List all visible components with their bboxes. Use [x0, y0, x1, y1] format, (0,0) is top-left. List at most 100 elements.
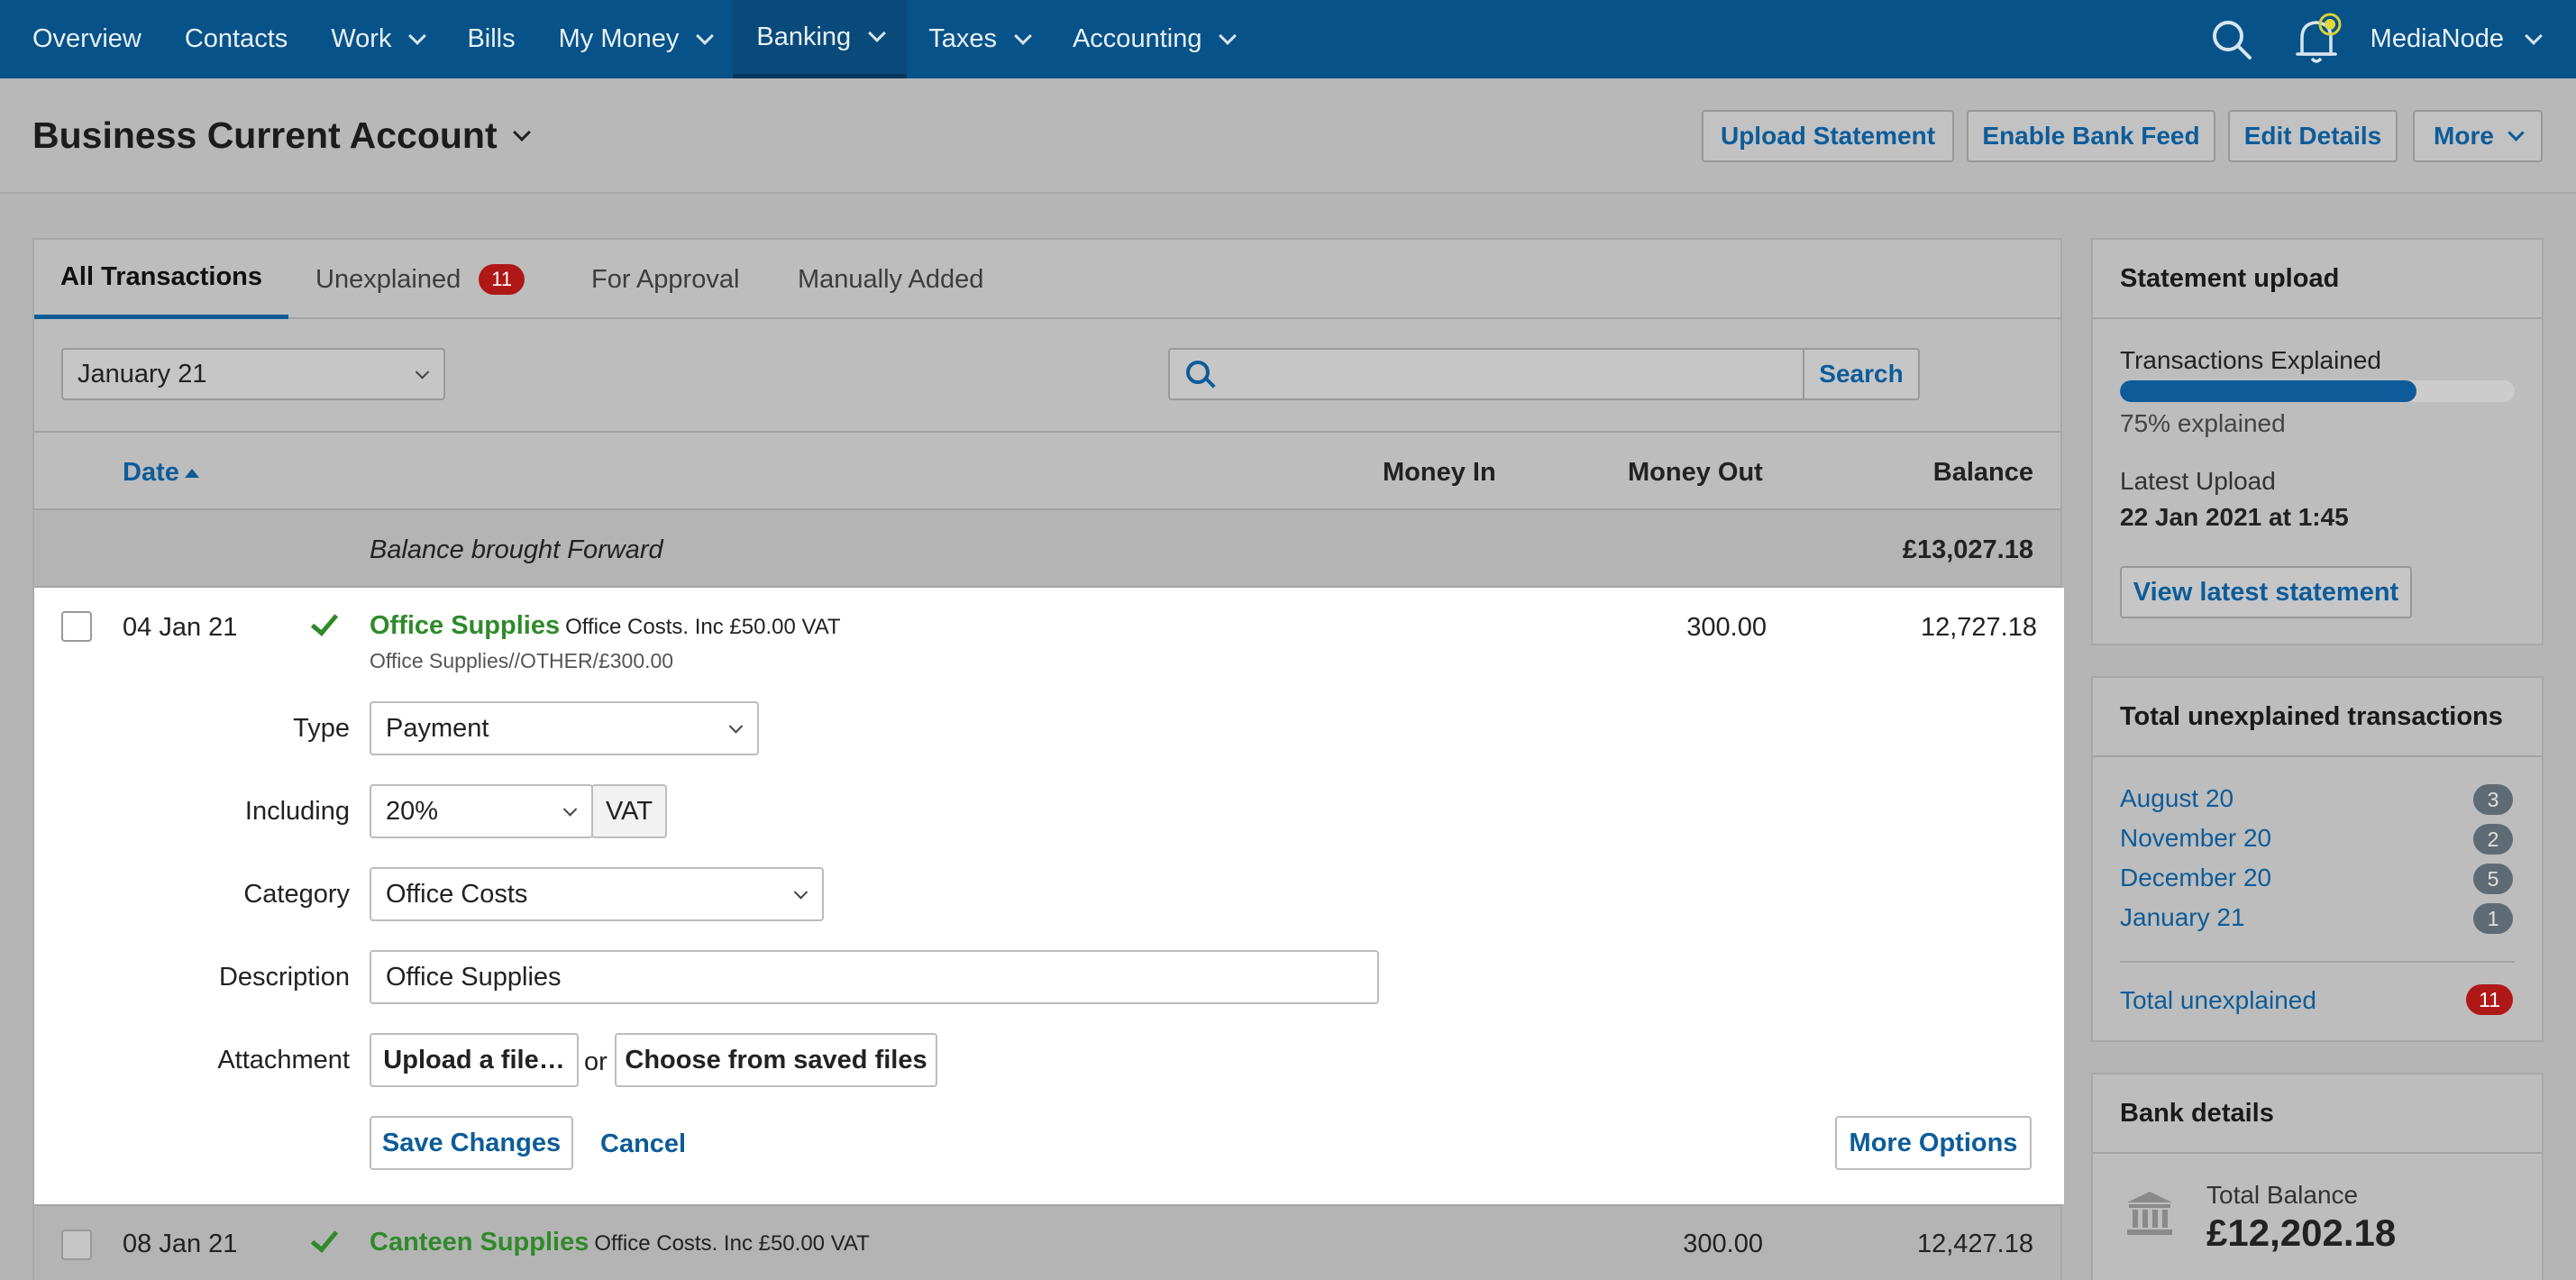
transaction-title[interactable]: Office Supplies Office Costs. Inc £50.00 … — [370, 611, 841, 641]
vat-rate-value: 20% — [386, 796, 439, 826]
explained-check-icon — [310, 608, 339, 636]
transaction-name: Office Supplies — [370, 611, 561, 640]
balance-amount: 12,727.18 — [1920, 613, 2037, 642]
latest-upload-label: Latest Upload — [2120, 467, 2276, 495]
card-title: Statement upload — [2093, 240, 2542, 319]
money-in-column-header: Money In — [1383, 458, 1496, 487]
tab-unexplained[interactable]: Unexplained 11 — [315, 240, 525, 319]
month-link[interactable]: January 21 — [2120, 903, 2245, 932]
transaction-title[interactable]: Canteen Supplies Office Costs. Inc £50.00… — [370, 1228, 870, 1257]
transaction-detail: Office Costs. Inc £50.00 VAT — [594, 1231, 870, 1256]
org-switcher[interactable]: MediaNode — [2370, 24, 2576, 54]
transaction-row[interactable]: 08 Jan 21 Canteen Supplies Office Costs. … — [34, 1204, 2060, 1280]
button-label: More Options — [1849, 1128, 2018, 1157]
date-column-header[interactable]: Date — [123, 458, 199, 488]
unexplained-month-item[interactable]: November 20 2 — [2093, 820, 2542, 860]
month-count-badge: 5 — [2473, 864, 2513, 894]
upload-statement-button[interactable]: Upload Statement — [1702, 110, 1954, 162]
notification-bell-icon[interactable] — [2293, 13, 2343, 67]
search-icon — [1186, 361, 1210, 384]
money-out-column-header: Money Out — [1628, 458, 1763, 487]
explained-percent: 75% explained — [2120, 409, 2286, 437]
divider — [2120, 961, 2515, 963]
nav-item-work[interactable]: Work — [309, 0, 445, 78]
tab-label: All Transactions — [59, 262, 262, 291]
account-selector[interactable]: Business Current Account — [32, 114, 531, 157]
tab-label: For Approval — [591, 264, 740, 294]
view-latest-statement-button[interactable]: View latest statement — [2120, 566, 2412, 618]
nav-label: My Money — [558, 24, 680, 53]
balance-amount: 12,427.18 — [1916, 1230, 2033, 1258]
choose-saved-files-button[interactable]: Choose from saved files — [615, 1033, 937, 1087]
progress-fill — [2120, 380, 2416, 402]
button-label: Edit Details — [2243, 122, 2382, 150]
transaction-reference: Office Supplies//OTHER/£300.00 — [370, 649, 674, 672]
month-select[interactable]: January 21 — [61, 348, 445, 400]
transactions-panel: All Transactions Unexplained 11 For Appro… — [32, 238, 2064, 1280]
enable-bank-feed-button[interactable]: Enable Bank Feed — [1967, 110, 2215, 162]
search-input[interactable] — [1229, 355, 1788, 393]
total-unexplained-link[interactable]: Total unexplained — [2120, 986, 2316, 1015]
nav-item-my-money[interactable]: My Money — [537, 0, 734, 78]
chevron-down-icon — [2525, 26, 2543, 45]
month-select-value: January 21 — [78, 359, 207, 389]
month-link[interactable]: November 20 — [2120, 824, 2271, 853]
unexplained-month-item[interactable]: December 20 5 — [2093, 860, 2542, 900]
unexplained-month-list: August 20 3 November 20 2 December 20 5 … — [2093, 781, 2542, 939]
nav-item-contacts[interactable]: Contacts — [163, 0, 309, 78]
cancel-link[interactable]: Cancel — [600, 1129, 686, 1159]
type-select[interactable]: Payment — [370, 701, 759, 755]
nav-item-bills[interactable]: Bills — [445, 0, 536, 78]
upload-file-button[interactable]: Upload a file… — [370, 1033, 579, 1087]
money-out-amount: 300.00 — [1686, 613, 1767, 642]
account-header: Business Current Account Upload Statemen… — [0, 78, 2576, 194]
nav-item-accounting[interactable]: Accounting — [1051, 0, 1256, 78]
balance-forward-row: Balance brought Forward £13,027.18 — [34, 510, 2060, 588]
month-count-badge: 2 — [2473, 824, 2513, 855]
chevron-down-icon — [408, 26, 427, 45]
vat-suffix: VAT — [591, 784, 667, 838]
total-balance-value: £12,202.18 — [2206, 1211, 2397, 1254]
tab-for-approval[interactable]: For Approval — [591, 240, 739, 319]
type-label: Type — [293, 714, 350, 743]
unexplained-month-item[interactable]: January 21 1 — [2093, 900, 2542, 939]
description-label: Description — [218, 963, 350, 992]
nav-item-banking[interactable]: Banking — [733, 0, 908, 78]
column-label: Date — [123, 458, 179, 487]
category-select-value: Office Costs — [386, 879, 528, 909]
tab-all-transactions[interactable]: All Transactions — [34, 240, 288, 319]
button-label: Search — [1819, 360, 1904, 388]
tab-manually-added[interactable]: Manually Added — [798, 240, 983, 319]
edit-details-button[interactable]: Edit Details — [2228, 110, 2398, 162]
transaction-date: 04 Jan 21 — [123, 613, 238, 642]
nav-item-overview[interactable]: Overview — [0, 0, 163, 78]
transaction-detail: Office Costs. Inc £50.00 VAT — [565, 615, 841, 639]
including-label: Including — [244, 797, 350, 826]
button-label: Enable Bank Feed — [1982, 122, 2200, 150]
unexplained-month-item[interactable]: August 20 3 — [2093, 781, 2542, 820]
nav-label: Work — [331, 24, 392, 53]
search-button[interactable]: Search — [1803, 350, 1918, 398]
balance-column-header: Balance — [1932, 458, 2033, 487]
balance-forward-label: Balance brought Forward — [370, 535, 663, 564]
description-value: Office Supplies — [386, 962, 562, 992]
nav-label: Taxes — [928, 24, 997, 53]
row-checkbox[interactable] — [61, 611, 92, 642]
month-link[interactable]: August 20 — [2120, 784, 2233, 813]
total-balance-label: Total Balance — [2206, 1181, 2359, 1209]
category-select[interactable]: Office Costs — [370, 867, 824, 921]
description-input[interactable]: Office Supplies — [370, 950, 1379, 1004]
search-icon[interactable] — [2210, 18, 2253, 61]
chevron-down-icon — [868, 24, 887, 42]
more-options-button[interactable]: More Options — [1835, 1116, 2032, 1170]
row-checkbox[interactable] — [61, 1230, 92, 1260]
tab-label: Manually Added — [798, 264, 984, 294]
button-label: More — [2434, 122, 2494, 150]
month-link[interactable]: December 20 — [2120, 864, 2271, 892]
vat-rate-select[interactable]: 20% — [370, 784, 593, 838]
save-changes-button[interactable]: Save Changes — [370, 1116, 573, 1170]
nav-item-taxes[interactable]: Taxes — [907, 0, 1051, 78]
explained-progress-bar — [2120, 380, 2515, 402]
more-button[interactable]: More — [2413, 110, 2543, 162]
nav-label: Accounting — [1072, 24, 1202, 53]
